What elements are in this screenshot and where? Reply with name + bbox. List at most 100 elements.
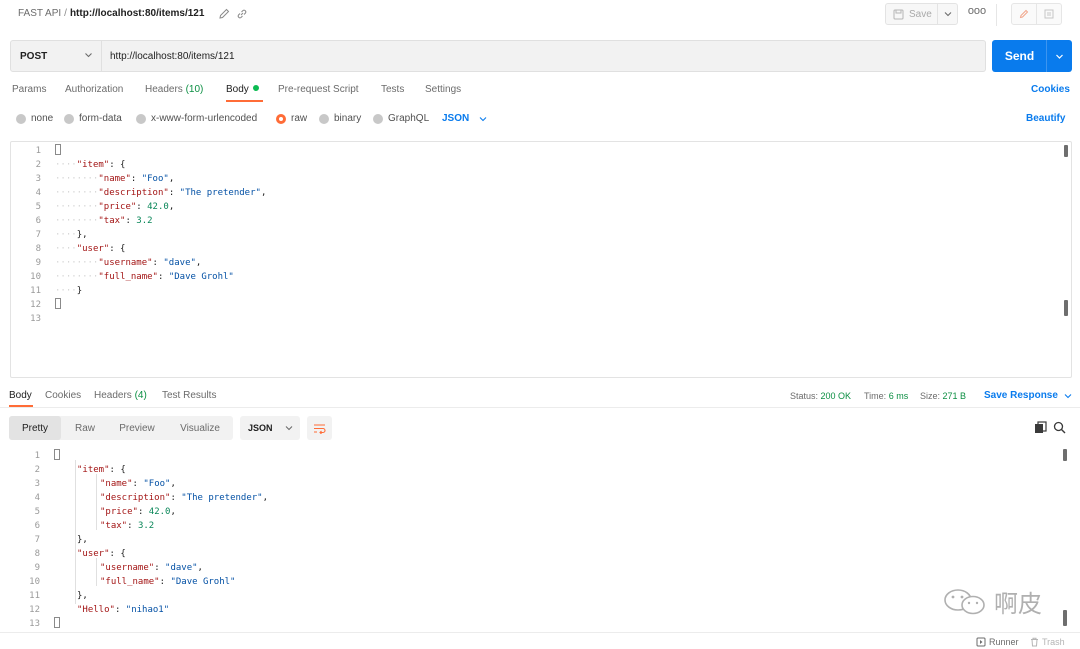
save-response-label: Save Response [984,390,1058,401]
json-string: "Dave Grohl" [168,272,234,282]
scrollbar-thumb[interactable] [1063,610,1067,626]
radio-none[interactable]: none [16,113,53,124]
copy-icon[interactable] [1034,421,1047,434]
beautify-button[interactable]: Beautify [1026,113,1065,124]
json-key: "description" [100,493,171,503]
line-number: 11 [29,591,40,601]
line-number: 1 [34,451,40,461]
tab-headers[interactable]: Headers (10) [145,84,203,95]
tab-pre-request-script[interactable]: Pre-request Script [278,84,359,95]
bracket-match [55,298,61,309]
pencil-icon[interactable] [217,7,231,21]
save-dropdown-button[interactable] [937,3,958,25]
tab-settings[interactable]: Settings [425,84,461,95]
line-number: 2 [35,160,41,170]
method-select[interactable]: POST [10,40,102,72]
radio-graphql[interactable]: GraphQL [373,113,429,124]
scrollbar-thumb[interactable] [1063,449,1067,461]
send-dropdown-button[interactable] [1046,40,1072,72]
radio-raw[interactable]: raw [276,113,307,124]
json-number: 42.0 [147,202,169,212]
response-tab-test-results[interactable]: Test Results [162,390,216,401]
json-key: "item" [76,160,110,170]
response-format-select[interactable]: JSON [240,416,300,440]
title-bar: FAST API / http://localhost:80/items/121 S… [0,0,1080,30]
bracket-match [54,617,60,628]
view-visualize[interactable]: Visualize [169,416,231,440]
tab-headers-count: (10) [185,84,204,95]
radio-urlencoded[interactable]: x-www-form-urlencoded [136,113,257,124]
save-icon [893,9,904,19]
tab-body-label: Body [226,84,249,95]
save-button[interactable]: Save [885,3,938,25]
line-number: 8 [34,549,40,559]
request-body-editor[interactable]: 1 2 ····"item": { 3 ········"name": "Foo",… [10,141,1072,378]
scrollbar-thumb[interactable] [1064,300,1068,316]
tab-tests[interactable]: Tests [381,84,404,95]
tab-body[interactable]: Body [226,84,259,95]
edit-button[interactable] [1011,3,1037,25]
radio-circle [64,113,74,124]
response-tab-headers-count: (4) [134,390,147,401]
url-input[interactable]: http://localhost:80/items/121 [102,40,986,72]
response-format-value: JSON [248,423,273,433]
response-body-viewer[interactable]: 1 2 "item": { 3 "name": "Foo", 4 "descripti… [10,446,1072,632]
scrollbar-thumb[interactable] [1064,145,1068,157]
line-number: 3 [34,479,40,489]
cookies-link[interactable]: Cookies [1031,84,1070,95]
json-key: "full_name" [98,272,158,282]
radio-binary[interactable]: binary [319,113,361,124]
line-number: 4 [34,493,40,503]
divider [996,4,997,26]
search-icon[interactable] [1053,421,1066,434]
json-string: "Foo" [143,479,171,489]
breadcrumb-separator: / [64,8,67,19]
save-response-button[interactable]: Save Response [984,390,1072,401]
tab-params[interactable]: Params [12,84,46,95]
json-string: "Foo" [141,174,169,184]
json-key: "price" [98,202,137,212]
view-preview[interactable]: Preview [109,416,165,440]
link-icon[interactable] [235,7,249,21]
response-tab-cookies[interactable]: Cookies [45,390,81,401]
request-name[interactable]: http://localhost:80/items/121 [70,8,204,19]
runner-button[interactable]: Runner [976,637,1019,647]
json-key: "tax" [98,216,126,226]
chevron-down-icon [479,116,487,121]
trash-icon [1031,637,1038,647]
line-number: 7 [35,230,41,240]
trash-button[interactable]: Trash [1030,637,1065,647]
trash-label: Trash [1042,637,1065,647]
runner-icon [976,637,986,647]
active-tab-indicator [226,100,263,102]
bracket-match [54,449,60,460]
send-button[interactable]: Send [992,40,1047,72]
status-readout[interactable]: Status: 200 OK [790,391,851,401]
radio-form-data[interactable]: form-data [64,113,122,124]
line-number: 9 [34,563,40,573]
view-raw[interactable]: Raw [65,416,105,440]
time-readout[interactable]: Time: 6 ms [864,391,908,401]
chevron-down-icon [1064,393,1072,398]
json-string: "dave" [165,563,198,573]
json-string: "The pretender" [179,188,261,198]
more-options-button[interactable]: ooo [967,5,987,23]
documentation-button[interactable] [1036,3,1062,25]
radio-label: none [31,113,54,124]
wrap-lines-button[interactable] [307,416,332,440]
breadcrumb-collection[interactable]: FAST API [18,8,61,19]
size-readout[interactable]: Size: 271 B [920,391,966,401]
json-string: "dave" [163,258,196,268]
chevron-down-icon [944,12,951,17]
chevron-down-icon [85,53,92,58]
view-pretty[interactable]: Pretty [9,416,61,440]
response-tab-body[interactable]: Body [9,390,32,401]
json-key: "tax" [100,521,128,531]
radio-circle [136,113,146,124]
body-format-select[interactable]: JSON [442,113,487,124]
text-cursor [55,144,61,155]
radio-circle [16,113,26,124]
document-icon [1044,9,1054,19]
response-tab-headers[interactable]: Headers (4) [94,390,147,401]
tab-authorization[interactable]: Authorization [65,84,123,95]
